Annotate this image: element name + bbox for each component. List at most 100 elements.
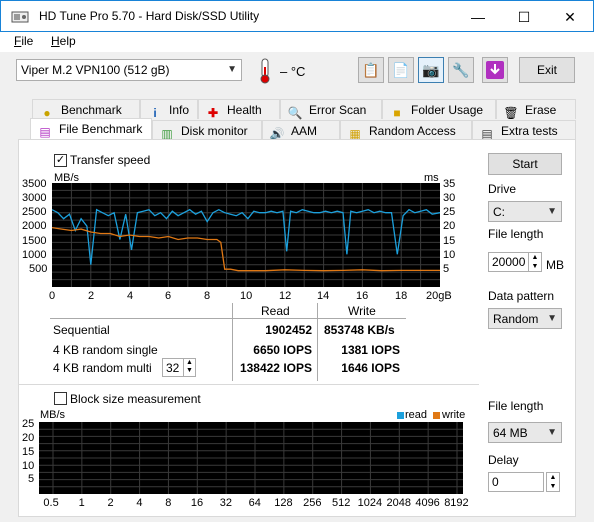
x-tick: 2 [88,290,95,302]
minimize-button[interactable]: — [455,2,501,32]
health-icon: ✚ [207,106,219,120]
drive-label: Drive [488,182,517,196]
tab-info-label: Info [169,103,190,117]
x-tick: 32 [219,497,232,509]
clipboard-icon: 📄 [392,62,410,78]
data-pattern-label: Data pattern [488,289,555,303]
x-tick: 12 [279,290,292,302]
erase-icon: 🗑 [503,106,519,120]
block-file-length-value: 64 MB [493,426,528,440]
transfer-speed-checkbox[interactable]: ✓ [54,154,67,167]
block-size-chart [39,422,463,494]
x-tick: 2 [107,497,114,509]
y2-tick: 15 [443,235,456,247]
chevron-down-icon: ▼ [547,206,557,217]
y-tick: 10 [22,460,35,472]
results-row-label: Sequential [53,323,110,337]
drive-letter-value: C: [493,205,505,219]
block-file-length-select[interactable]: 64 MB ▼ [488,422,562,443]
y-tick: 3000 [22,192,47,204]
y-tick: 500 [29,263,48,275]
x-tick: 16 [190,497,204,509]
x-tick: 1024 [357,497,383,509]
results-write-value: 853748 KB/s [324,323,395,337]
tab-aam[interactable]: 🔊 AAM [262,120,340,141]
data-pattern-value: Random [493,312,539,326]
copy-text-button[interactable]: 📋 [358,57,384,83]
results-row-label: 4 KB random single [53,343,158,357]
y2-tick: 10 [443,249,456,261]
file-length-unit: MB [546,258,564,272]
queue-depth-value: 32 [166,361,180,375]
drive-letter-select[interactable]: C: ▼ [488,201,562,222]
error-scan-icon: 🔍 [287,106,303,120]
results-write-value: 1381 IOPS [341,343,400,357]
maximize-button[interactable]: ☐ [501,2,547,32]
x-tick: 16 [356,290,369,302]
x-tick: 64 [248,497,261,509]
x-tick: 14 [317,290,330,302]
table-divider [317,303,318,381]
file-length-value: 20000 [492,255,526,269]
file-length-spinner[interactable]: 20000 ▲ ▼ [488,252,542,272]
chevron-down-icon: ▼ [547,313,557,324]
delay-spinner-arrows-icon[interactable]: ▲ ▼ [546,472,560,492]
chevron-down-icon: ▼ [227,64,237,75]
tab-health-label: Health [227,103,262,117]
options-button[interactable]: 🔧 [448,57,474,83]
section-divider [19,384,479,385]
transfer-chart [52,183,440,287]
drive-select[interactable]: Viper M.2 VPN100 (512 gB) ▼ [16,59,242,81]
block-size-checkbox[interactable] [54,392,67,405]
results-read-value: 138422 IOPS [239,361,312,375]
x-tick: 0 [49,290,56,302]
start-button[interactable]: Start [488,153,562,175]
file-length-label: File length [488,227,544,241]
y-tick: 15 [22,446,35,458]
delay-spinner[interactable]: 0 [488,472,544,492]
spinner-arrows-icon[interactable]: ▲ ▼ [528,253,541,271]
tab-erase[interactable]: 🗑 Erase [496,99,576,120]
screenshot-button[interactable]: 📷 [418,57,444,83]
queue-depth-spinner[interactable]: 32 ▲ ▼ [162,358,196,377]
x-tick: 8192 [444,497,469,509]
spinner-arrows-icon[interactable]: ▲ ▼ [183,359,195,376]
tab-extra-tests[interactable]: ▤ Extra tests [472,120,576,141]
exit-button[interactable]: Exit [519,57,575,83]
legend-write: write [442,409,466,421]
save-button[interactable] [482,57,508,83]
x-tick: 2048 [386,497,411,509]
x-tick: 4096 [415,497,440,509]
tab-benchmark-label: Benchmark [61,103,122,117]
tab-disk-monitor[interactable]: ▥ Disk monitor [152,120,262,141]
title-bar: HD Tune Pro 5.70 - Hard Disk/SSD Utility… [0,0,594,32]
tab-error-scan[interactable]: 🔍 Error Scan [280,99,382,120]
thermometer-icon [260,58,270,84]
block-file-length-label: File length [488,399,544,413]
copy-info-button[interactable]: 📄 [388,57,414,83]
tab-info[interactable]: i Info [140,99,198,120]
y2-tick: 35 [443,178,456,190]
x-tick: 4 [127,290,134,302]
x-tick: 1 [78,497,85,509]
drive-select-value: Viper M.2 VPN100 (512 gB) [21,63,170,77]
tab-error-scan-label: Error Scan [309,103,367,117]
x-tick: 20gB [426,290,452,302]
results-read-value: 1902452 [265,323,312,337]
tab-file-benchmark[interactable]: ▤ File Benchmark [30,118,152,140]
delay-label: Delay [488,453,519,467]
close-button[interactable]: ✕ [547,2,593,32]
tab-benchmark[interactable]: ● Benchmark [32,99,140,120]
menu-file[interactable]: File [14,34,33,48]
tab-random-access[interactable]: ▦ Random Access [340,120,472,141]
tab-health[interactable]: ✚ Health [198,99,280,120]
legend-read-swatch [397,412,404,419]
x-tick: 512 [331,497,351,509]
table-divider [232,303,233,381]
data-pattern-select[interactable]: Random ▼ [488,308,562,329]
tab-aam-label: AAM [291,124,318,138]
table-divider [50,318,406,319]
tab-folder-usage[interactable]: ■ Folder Usage [382,99,496,120]
y-tick: 5 [28,473,35,485]
menu-help[interactable]: Help [51,34,76,48]
